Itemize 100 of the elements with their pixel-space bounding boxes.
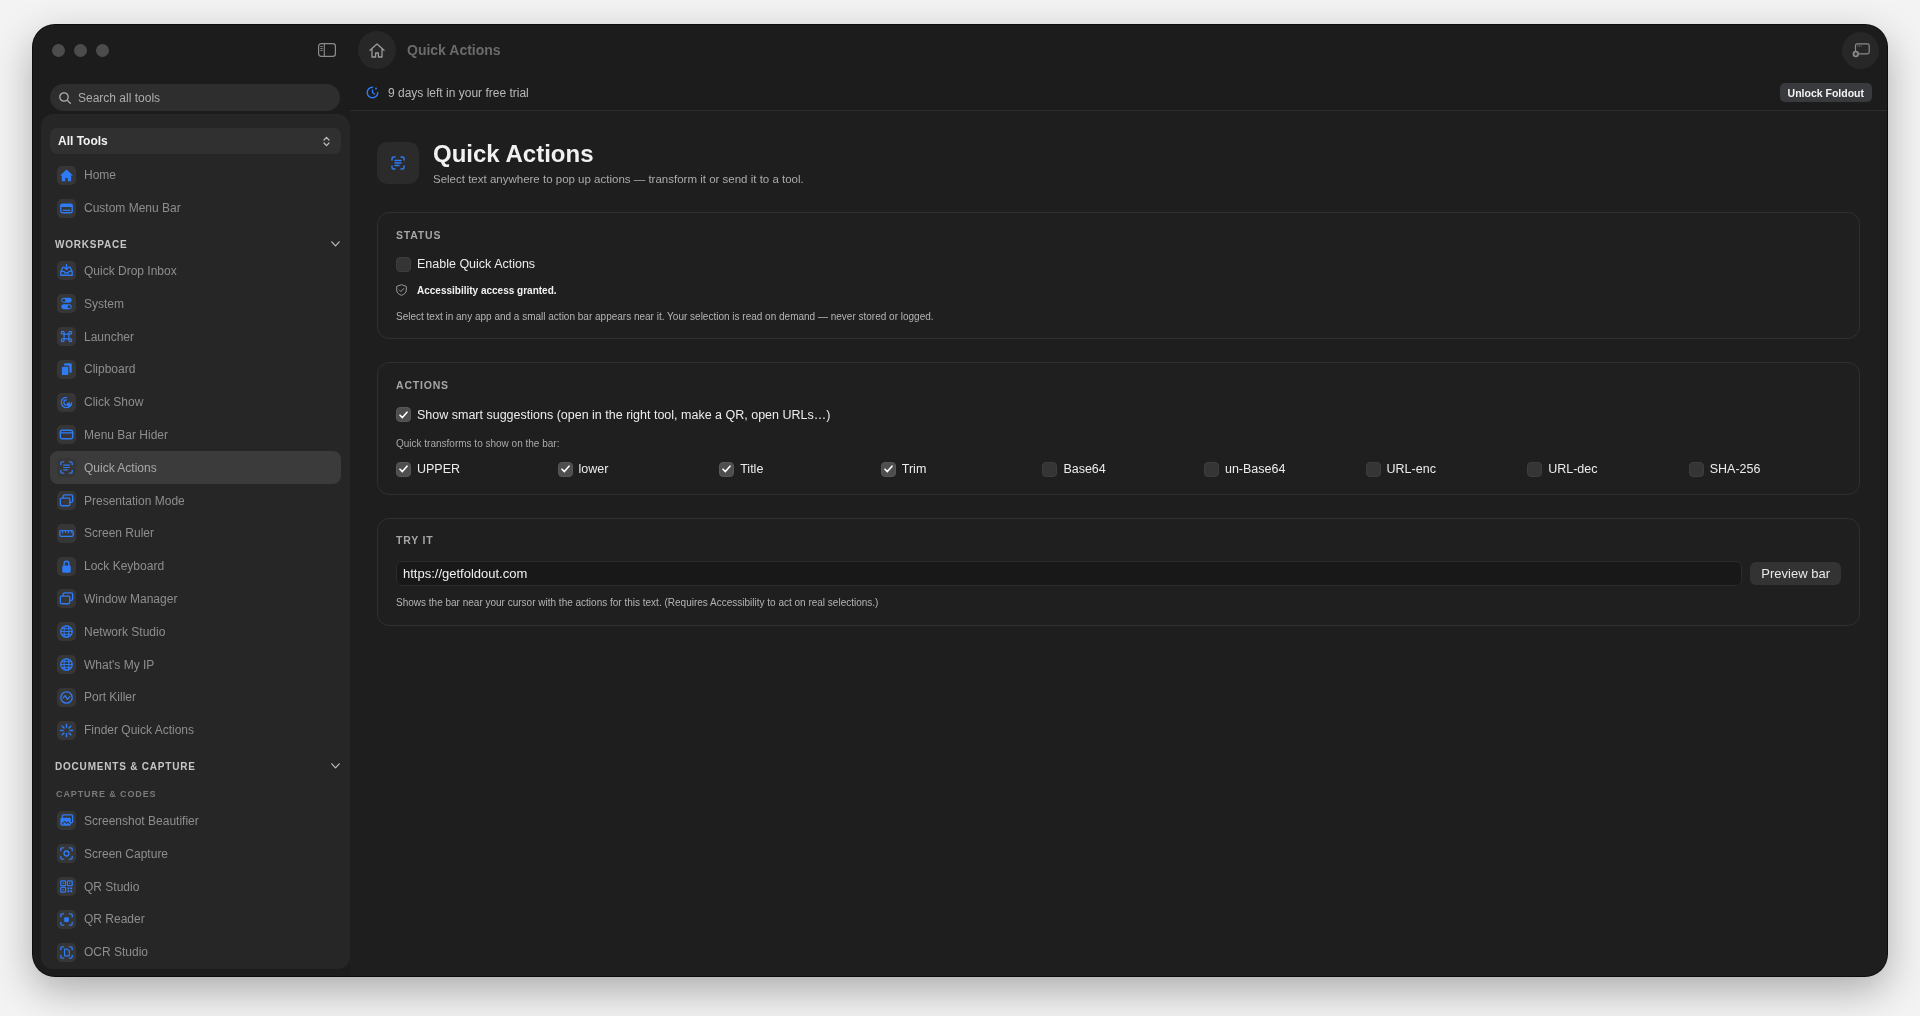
pointer-ripple-icon — [57, 392, 76, 412]
sidebar-item[interactable]: Presentation Mode — [50, 484, 341, 517]
minimize-button[interactable] — [74, 43, 87, 57]
ruler-icon — [57, 523, 76, 543]
stacked-windows-icon — [57, 589, 76, 609]
checkbox[interactable] — [880, 461, 896, 477]
sidebar-item[interactable]: Clipboard — [50, 353, 341, 386]
search-field[interactable]: Search all tools — [50, 84, 340, 111]
checkmark-icon — [399, 410, 408, 419]
globe-icon — [57, 622, 76, 642]
window-title: Quick Actions — [407, 42, 501, 58]
tool-filter-dropdown[interactable]: All Tools — [50, 128, 341, 154]
sidebar-item[interactable]: Home — [50, 159, 341, 192]
command-key-icon — [57, 327, 76, 347]
checkbox-label: Show smart suggestions (open in the right tool, make a QR, open URLs…) — [417, 406, 831, 423]
unlock-button[interactable]: Unlock Foldout — [1779, 83, 1872, 102]
group-title: CAPTURE & CODES — [56, 788, 157, 799]
permission-note: Accessibility access granted. — [417, 284, 557, 296]
sidebar-item[interactable]: Port Killer — [50, 680, 341, 714]
checkbox[interactable] — [1042, 461, 1058, 477]
card-title: TRY IT — [396, 534, 434, 547]
qr-scan-icon — [57, 909, 76, 929]
card-title: ACTIONS — [396, 378, 449, 392]
sidebar-item[interactable]: Menu Bar Hider — [50, 418, 341, 452]
window-button[interactable] — [1842, 31, 1879, 69]
sidebar-icon[interactable] — [318, 43, 336, 57]
checkbox-label: un-Base64 — [1224, 461, 1286, 477]
documents-icon — [57, 359, 76, 379]
checkbox[interactable] — [557, 461, 573, 477]
chevron-icon[interactable] — [331, 240, 340, 247]
checkbox[interactable] — [1527, 461, 1543, 477]
sidebar-item[interactable]: Quick Drop Inbox — [50, 254, 341, 288]
page-subtitle: Select text anywhere to pop up actions — transform it or send it to a tool. — [433, 172, 804, 187]
checkmark-icon — [722, 465, 732, 473]
sidebar-item[interactable]: Network Studio — [50, 615, 341, 649]
checkbox-label: Base64 — [1063, 461, 1106, 477]
checkmark-icon — [560, 465, 570, 473]
maximize-button[interactable] — [96, 43, 109, 57]
sidebar-item[interactable]: System — [50, 287, 341, 321]
checkbox[interactable] — [1688, 461, 1704, 477]
text-scan-icon — [377, 142, 419, 184]
shield-check-icon — [396, 284, 407, 296]
inbox-tray-icon — [57, 261, 76, 281]
text-input-field[interactable]: https://getfoldout.com — [396, 560, 1743, 586]
window-icon — [57, 198, 76, 218]
checkbox-label: UPPER — [417, 461, 461, 477]
checkbox[interactable] — [396, 407, 411, 422]
search-icon — [59, 91, 71, 104]
checkbox-label: Trim — [901, 461, 927, 477]
sidebar-item[interactable]: Quick Actions — [50, 451, 341, 485]
checkbox[interactable] — [1365, 461, 1381, 477]
qr-code-icon — [57, 877, 76, 897]
card-description: Shows the bar near your cursor with the actions for this text. (Requires Accessibility to act on real selections.) — [396, 596, 879, 609]
document-scan-icon — [57, 942, 76, 962]
checkbox-label: Title — [740, 461, 764, 477]
sidebar-item[interactable]: What's My IP — [50, 648, 341, 681]
sidebar-item[interactable]: Finder Quick Actions — [50, 713, 341, 747]
photo-stack-icon — [57, 811, 76, 831]
checkbox[interactable] — [396, 256, 411, 272]
trial-notice: 9 days left in your free trial — [388, 85, 529, 100]
section-title: DOCUMENTS & CAPTURE — [55, 759, 196, 773]
sidebar-item[interactable]: Lock Keyboard — [50, 549, 341, 583]
sidebar-item[interactable]: QR Reader — [50, 902, 341, 936]
checkbox[interactable] — [1203, 461, 1219, 477]
toggle-switches-icon — [57, 294, 76, 314]
window-plus-icon — [1851, 42, 1870, 58]
sidebar-item[interactable]: Screen Ruler — [50, 516, 341, 550]
sidebar-item[interactable]: Screenshot Beautifier — [50, 804, 341, 838]
sidebar-item[interactable]: Click Show — [50, 385, 341, 419]
sidebar-item[interactable]: Launcher — [50, 320, 341, 353]
padlock-icon — [57, 556, 76, 576]
stacked-windows-icon — [57, 491, 76, 511]
updown-chevron-icon — [323, 135, 330, 147]
chevron-icon[interactable] — [331, 762, 340, 769]
house-icon — [369, 42, 385, 58]
sparkle-icon — [57, 720, 76, 740]
preview-button[interactable]: Preview bar — [1750, 561, 1841, 585]
sidebar-item[interactable]: OCR Studio — [50, 935, 341, 969]
viewfinder-icon — [57, 844, 76, 864]
sidebar-item[interactable]: Screen Capture — [50, 837, 341, 871]
checkbox-label: SHA-256 — [1709, 461, 1761, 477]
globe-icon — [57, 655, 76, 675]
checkmark-icon — [399, 465, 408, 473]
checkbox[interactable] — [396, 461, 411, 477]
pulse-circle-icon — [57, 687, 76, 707]
card-description: Select text in any app and a small action bar appears near it. Your selection is read on demand — never stored or logged. — [396, 309, 934, 323]
checkbox-label: Enable Quick Actions — [417, 256, 536, 272]
checkbox[interactable] — [719, 461, 735, 477]
checkmark-icon — [883, 465, 893, 473]
card-title: STATUS — [396, 228, 442, 242]
checkbox-label: URL-dec — [1548, 461, 1598, 477]
window-bar-icon — [57, 425, 76, 445]
sidebar-item[interactable]: Window Manager — [50, 582, 341, 616]
section-title: WORKSPACE — [55, 237, 128, 251]
sidebar-item[interactable]: Custom Menu Bar — [50, 191, 341, 225]
sidebar-item[interactable]: QR Studio — [50, 870, 341, 903]
close-button[interactable] — [52, 43, 65, 57]
checkbox-label: URL-enc — [1386, 461, 1436, 477]
checkbox-label: lower — [578, 461, 609, 477]
home-button[interactable] — [358, 31, 396, 69]
